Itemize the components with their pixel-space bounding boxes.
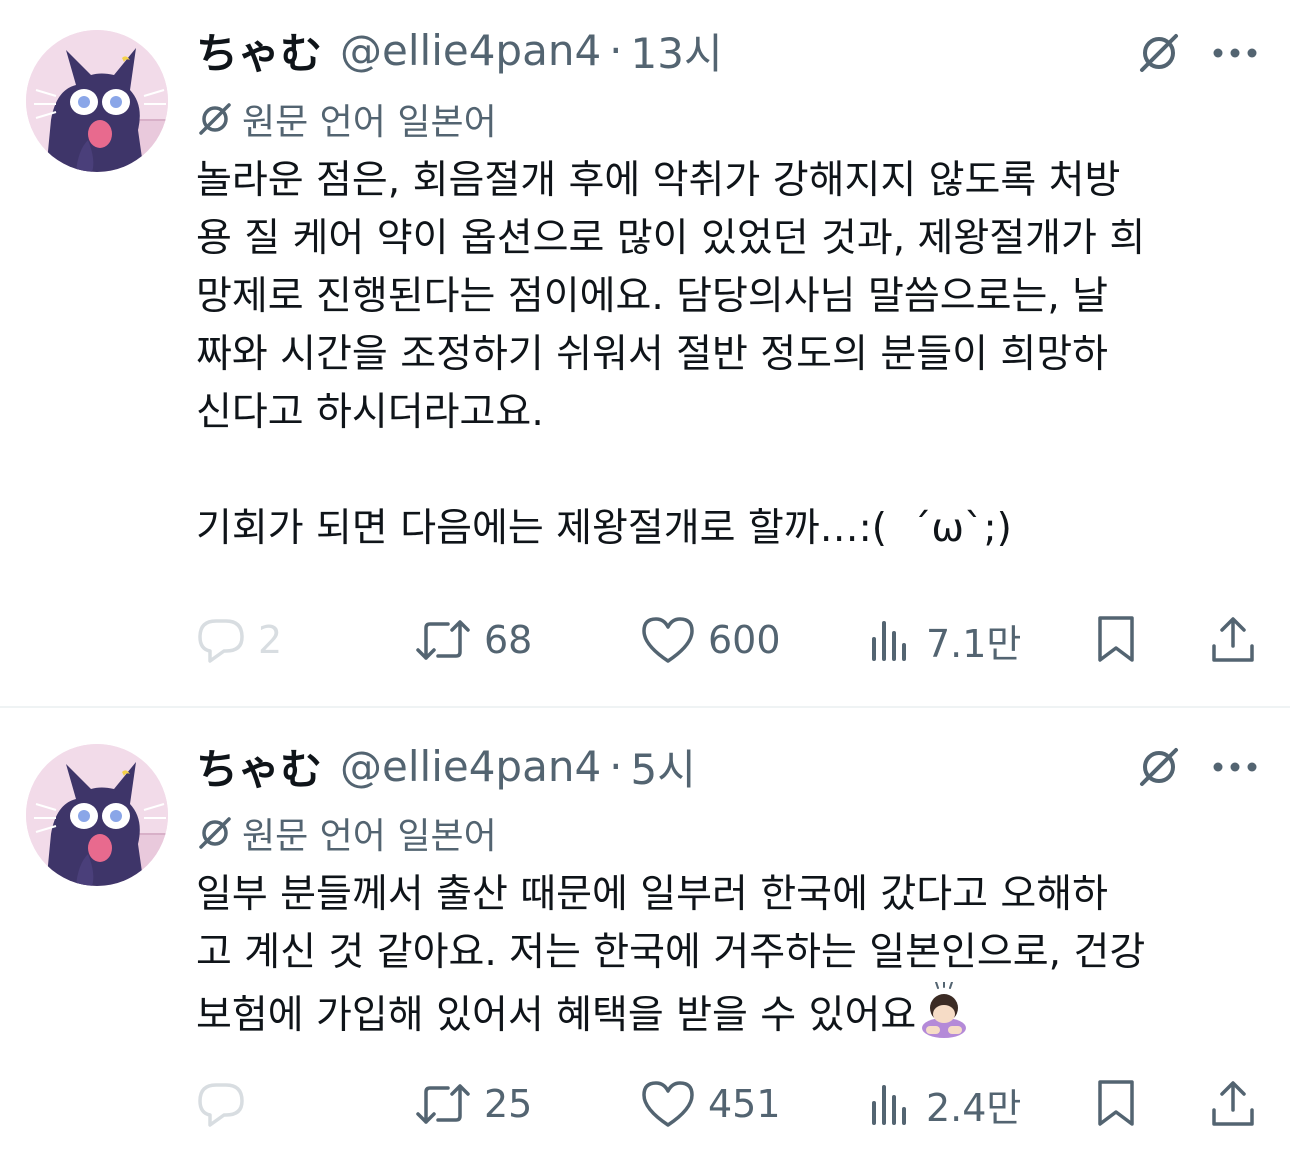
reply-icon xyxy=(198,1083,244,1127)
reply-button[interactable]: 2 xyxy=(196,610,282,670)
more-options-button[interactable] xyxy=(1208,740,1262,794)
retweet-count: 25 xyxy=(484,1082,533,1126)
more-icon xyxy=(1213,762,1257,772)
retweet-count: 68 xyxy=(484,618,533,662)
translate-notice[interactable]: 원문 언어 일본어 xyxy=(196,808,497,858)
heart-icon xyxy=(642,617,694,663)
share-icon xyxy=(1212,617,1254,662)
bookmark-button[interactable] xyxy=(1092,1074,1140,1134)
bookmark-button[interactable] xyxy=(1092,610,1140,670)
tweet-actions: 25 451 2.4만 xyxy=(0,1074,1290,1134)
retweet-button[interactable]: 25 xyxy=(414,1074,532,1134)
share-icon xyxy=(1212,1081,1254,1126)
timestamp[interactable]: 5시 xyxy=(631,736,696,797)
share-button[interactable] xyxy=(1208,1074,1258,1134)
heart-icon xyxy=(642,1081,694,1127)
bookmark-icon xyxy=(1098,616,1134,662)
avatar-cat-image xyxy=(26,30,168,172)
retweet-button[interactable]: 68 xyxy=(414,610,532,670)
reply-button[interactable] xyxy=(196,1074,258,1134)
translate-icon xyxy=(196,100,234,138)
like-button[interactable]: 600 xyxy=(640,610,781,670)
views-button[interactable]: 7.1만 xyxy=(866,610,1021,670)
person-bowing-emoji xyxy=(922,982,967,1038)
user-handle[interactable]: @ellie4pan4 xyxy=(340,742,601,791)
tweet-header: ちゃむ @ellie4pan4 · 13시 xyxy=(196,20,723,80)
tweet-actions: 2 68 600 7.1만 xyxy=(0,610,1290,670)
grok-icon xyxy=(1140,748,1178,786)
bookmark-icon xyxy=(1098,1080,1134,1126)
share-button[interactable] xyxy=(1208,610,1258,670)
reply-icon xyxy=(198,619,244,663)
grok-button[interactable] xyxy=(1132,26,1186,80)
separator-dot: · xyxy=(609,25,623,75)
avatar-cat-image xyxy=(26,744,168,886)
reply-count: 2 xyxy=(258,618,283,662)
tweet[interactable]: ちゃむ @ellie4pan4 · 13시 원문 언어 일본어 놀라운 점은, … xyxy=(0,0,1290,706)
more-icon xyxy=(1213,48,1257,58)
views-icon xyxy=(872,621,906,661)
views-button[interactable]: 2.4만 xyxy=(866,1074,1021,1134)
translate-label: 원문 언어 일본어 xyxy=(242,102,497,143)
avatar[interactable] xyxy=(26,744,168,886)
like-button[interactable]: 451 xyxy=(640,1074,781,1134)
tweet-text: 일부 분들께서 출산 때문에 일부러 한국에 갔다고 오해하 고 계신 것 같아… xyxy=(196,866,1264,1045)
translate-notice[interactable]: 원문 언어 일본어 xyxy=(196,94,497,144)
tweet-text: 놀라운 점은, 회음절개 후에 악취가 강해지지 않도록 처방 용 질 케어 약… xyxy=(196,158,1146,551)
display-name[interactable]: ちゃむ xyxy=(196,736,322,797)
views-icon xyxy=(872,1085,906,1125)
views-count: 7.1만 xyxy=(926,621,1022,666)
user-handle[interactable]: @ellie4pan4 xyxy=(340,26,601,75)
retweet-icon xyxy=(416,620,470,660)
timestamp[interactable]: 13시 xyxy=(631,20,723,81)
more-options-button[interactable] xyxy=(1208,26,1262,80)
translate-icon xyxy=(196,814,234,852)
grok-button[interactable] xyxy=(1132,740,1186,794)
tweet-text-content: 일부 분들께서 출산 때문에 일부러 한국에 갔다고 오해하 고 계신 것 같아… xyxy=(196,872,1146,1038)
display-name[interactable]: ちゃむ xyxy=(196,20,322,81)
translate-label: 원문 언어 일본어 xyxy=(242,816,497,857)
like-count: 600 xyxy=(708,618,781,662)
tweet[interactable]: ちゃむ @ellie4pan4 · 5시 원문 언어 일본어 일부 분들께서 출… xyxy=(0,708,1290,1156)
views-count: 2.4만 xyxy=(926,1085,1022,1130)
separator-dot: · xyxy=(609,741,623,791)
like-count: 451 xyxy=(708,1082,781,1126)
retweet-icon xyxy=(416,1084,470,1124)
avatar[interactable] xyxy=(26,30,168,172)
tweet-header: ちゃむ @ellie4pan4 · 5시 xyxy=(196,736,696,796)
grok-icon xyxy=(1140,34,1178,72)
